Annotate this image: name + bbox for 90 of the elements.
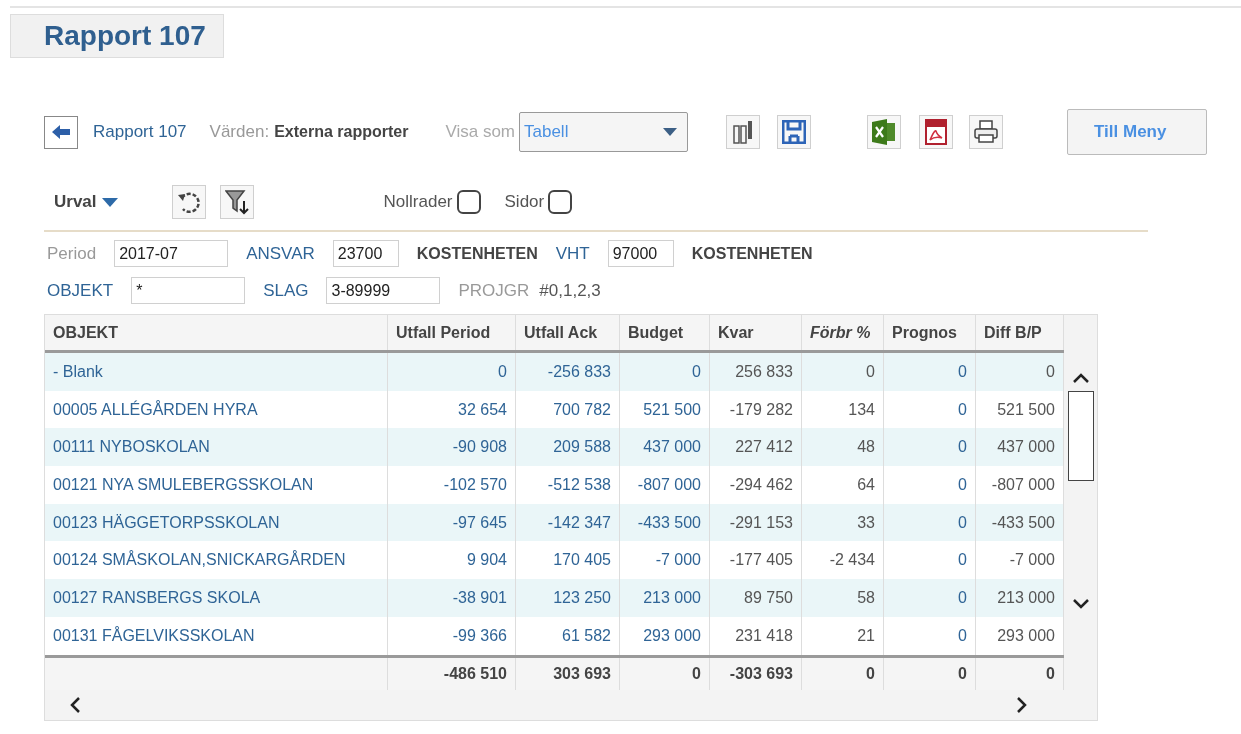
reset-button[interactable] [171,185,206,219]
checkbox-label: Nollrader [383,191,453,214]
table-cell: -256 833 [516,353,620,391]
column-header[interactable]: Budget [620,315,710,350]
column-header[interactable]: Prognos [884,315,976,350]
columns-icon [733,120,753,144]
filter-link[interactable]: VHT [555,240,590,267]
table-cell: 61 582 [516,616,620,655]
arrow-left-icon [52,125,70,139]
column-header[interactable]: Utfall Period [388,315,516,350]
excel-export-button[interactable] [867,115,901,149]
view-label: Visa som [445,121,515,144]
values-text: Externa rapporter [274,122,409,142]
filter-button[interactable] [219,185,254,219]
filter-value: #0,1,2,3 [539,279,601,302]
caret-icon [663,128,677,136]
filter-description: KOSTENHETEN [416,243,538,264]
column-header[interactable]: Kvar [710,315,802,350]
table-cell: 0 [620,353,710,391]
table-cell: -99 366 [388,616,516,655]
vertical-scrollbar[interactable] [1064,315,1097,690]
table-cell: 0 [802,353,884,391]
table-cell: -102 570 [388,466,516,504]
table-cell: 0 [884,579,976,617]
filter-link[interactable]: OBJEKT [47,277,114,304]
table-cell[interactable]: 00127 RANSBERGS SKOLA [45,579,388,617]
horizontal-scrollbar[interactable] [45,689,1097,720]
checkbox[interactable] [548,190,573,214]
table-cell: 213 000 [620,579,710,617]
columns-button[interactable] [726,115,760,149]
table-cell: 0 [884,466,976,504]
total-cell: 0 [620,657,710,690]
table-cell[interactable]: 00131 FÅGELVIKSSKOLAN [45,616,388,655]
caret-icon [101,197,118,207]
input-field[interactable]: 97000 [607,240,674,267]
table-cell: 89 750 [710,579,802,617]
values-label: Värden: [209,121,270,144]
table-cell: 231 418 [710,616,802,655]
chevron-down-icon [1072,599,1089,609]
input-field[interactable]: 2017-07 [114,240,229,267]
selection-dropdown[interactable]: Urval [54,189,118,215]
back-button[interactable] [44,115,78,149]
table-cell: 0 [388,353,516,391]
input-field[interactable]: 3-89999 [326,277,441,304]
table-cell: -38 901 [388,579,516,617]
total-cell: -303 693 [710,657,802,690]
table-cell: 123 250 [516,579,620,617]
table-cell: 64 [802,466,884,504]
total-cell: 0 [884,657,976,690]
table-cell: 0 [884,616,976,655]
table-cell: 293 000 [620,616,710,655]
checkbox-label: Sidor [504,191,545,214]
refresh-icon [176,190,201,214]
table-cell: -512 538 [516,466,620,504]
column-header[interactable]: Utfall Ack [516,315,620,350]
table-cell[interactable]: 00121 NYA SMULEBERGSSKOLAN [45,466,388,504]
filter-link[interactable]: ANSVAR [246,240,315,267]
save-button[interactable] [777,115,811,149]
table-cell: -807 000 [620,466,710,504]
print-button[interactable] [969,115,1003,149]
filter-link[interactable]: SLAG [263,277,309,304]
save-icon [782,120,806,144]
total-cell: -486 510 [388,657,516,690]
chevron-left-icon [70,696,80,713]
printer-icon [973,120,999,144]
chevron-up-icon [1072,373,1089,383]
checkbox[interactable] [456,190,481,214]
scrollbar-thumb[interactable] [1067,391,1094,481]
input-field[interactable]: * [131,277,246,304]
filter-description: KOSTENHETEN [691,243,813,264]
breadcrumb-link[interactable]: Rapport 107 [93,119,187,145]
table-cell[interactable]: - Blank [45,353,388,391]
column-header[interactable]: OBJEKT [45,315,388,350]
table-cell: 58 [802,579,884,617]
table-cell: 0 [884,353,976,391]
input-field[interactable]: 23700 [332,240,399,267]
table-cell: -294 462 [710,466,802,504]
table-cell: 256 833 [710,353,802,391]
filter-label: PROJGR [458,279,530,302]
total-cell: 303 693 [516,657,620,690]
pdf-export-button[interactable] [919,115,953,149]
page-title: Rapport 107 [10,14,224,58]
pdf-icon [925,119,947,145]
filter-icon [224,189,249,215]
chevron-right-icon [1017,696,1027,713]
spreadsheet-icon [872,119,896,145]
total-cell: 0 [802,657,884,690]
filter-label: Period [47,242,97,265]
column-header[interactable]: Förbr % [802,315,884,350]
table-cell: 21 [802,616,884,655]
